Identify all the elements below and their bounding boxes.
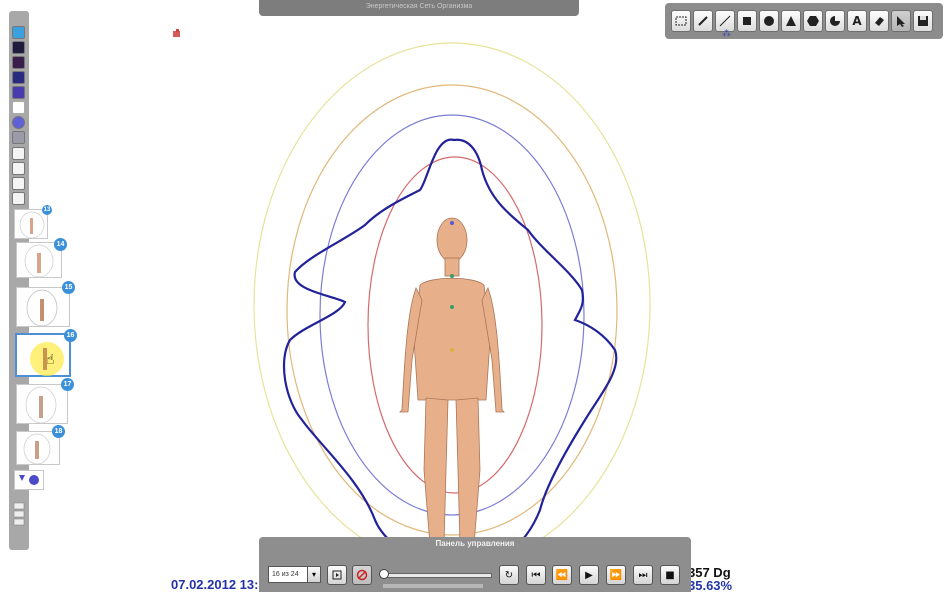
slide-number-badge: 16 bbox=[64, 329, 77, 342]
line-icon bbox=[719, 15, 731, 27]
arrow-pointer-icon bbox=[897, 16, 905, 27]
slide-number-badge: 14 bbox=[54, 238, 67, 251]
slide-number-badge: 18 bbox=[52, 425, 65, 438]
control-panel: Панель управления 16 из 24 ▾ ↻ ⏮ ⏪ ▶ ⏩ ⏭… bbox=[259, 537, 691, 592]
page-icon[interactable] bbox=[12, 147, 25, 160]
fullscreen-button[interactable] bbox=[327, 565, 347, 585]
date-readout: 07.02.2012 13:3 bbox=[171, 577, 266, 592]
page3-icon[interactable] bbox=[12, 177, 25, 190]
skip-last-icon: ⏭ bbox=[638, 569, 648, 581]
drawing-toolbar: A bbox=[665, 3, 943, 39]
rewind-icon: ⏪ bbox=[555, 569, 569, 581]
figure-icon[interactable] bbox=[12, 41, 25, 54]
slide-thumbnail[interactable] bbox=[14, 470, 44, 490]
last-button[interactable]: ⏭ bbox=[633, 565, 653, 585]
page2-icon[interactable] bbox=[12, 162, 25, 175]
fast-forward-button[interactable]: ⏩ bbox=[606, 565, 626, 585]
progress-subtrack bbox=[383, 584, 483, 588]
hand-cursor-icon: ☝ bbox=[46, 352, 55, 368]
dashed-rect-icon bbox=[675, 16, 687, 26]
chart-icon[interactable] bbox=[12, 86, 25, 99]
chakra-point bbox=[450, 221, 454, 225]
text-tool[interactable]: A bbox=[847, 10, 867, 32]
save-tool[interactable] bbox=[913, 10, 933, 32]
floppy-icon bbox=[918, 16, 928, 26]
page-select-dropdown[interactable]: ▾ bbox=[307, 566, 321, 583]
toolbar-mark: ⁂ bbox=[722, 29, 731, 39]
hexagon-icon bbox=[807, 16, 819, 26]
mini-tool-icons[interactable] bbox=[13, 502, 25, 532]
slide-number-badge: 15 bbox=[62, 281, 75, 294]
pen-icon bbox=[698, 16, 708, 26]
fast-forward-icon: ⏩ bbox=[609, 569, 623, 581]
arc-tool[interactable] bbox=[825, 10, 845, 32]
table-icon[interactable] bbox=[12, 131, 25, 144]
square-icon bbox=[743, 17, 751, 25]
circle-icon bbox=[764, 16, 774, 26]
eraser-icon bbox=[875, 17, 884, 26]
figure-thumb-icon bbox=[25, 386, 57, 424]
window-title-tab: Энергетическая Сеть Организма bbox=[259, 0, 579, 16]
skip-first-icon: ⏮ bbox=[531, 569, 541, 581]
pointer-tool[interactable] bbox=[891, 10, 911, 32]
organ-icon[interactable] bbox=[12, 56, 25, 69]
pen-tool[interactable] bbox=[693, 10, 713, 32]
record-button[interactable] bbox=[352, 565, 372, 585]
slide-thumbnail[interactable] bbox=[16, 287, 70, 327]
refresh-button[interactable]: ↻ bbox=[499, 565, 519, 585]
slide-number-badge: 13 bbox=[42, 205, 52, 215]
slide-thumbnail[interactable] bbox=[16, 384, 68, 424]
slide-number-badge: 17 bbox=[61, 378, 74, 391]
polygon-tool[interactable] bbox=[803, 10, 823, 32]
eraser-tool[interactable] bbox=[869, 10, 889, 32]
progress-track[interactable] bbox=[380, 573, 492, 578]
rewind-button[interactable]: ⏪ bbox=[552, 565, 572, 585]
no-record-icon bbox=[356, 569, 368, 581]
chakra-point bbox=[450, 348, 454, 352]
panel-title: Панель управления bbox=[435, 539, 515, 548]
stop-button[interactable]: ■ bbox=[660, 565, 680, 585]
refresh-icon: ↻ bbox=[504, 569, 514, 581]
scan-icon[interactable] bbox=[12, 71, 25, 84]
chakra-point bbox=[450, 274, 454, 278]
sphere-icon[interactable] bbox=[12, 116, 25, 129]
stop-icon: ■ bbox=[665, 569, 675, 581]
red-marker-icon bbox=[173, 29, 180, 37]
shapes-thumb-icon bbox=[19, 475, 39, 485]
figure-thumb-icon bbox=[26, 289, 58, 327]
aura-visualization bbox=[253, 42, 651, 570]
page4-icon[interactable] bbox=[12, 192, 25, 205]
aura-icon[interactable] bbox=[12, 101, 25, 114]
select-rect-tool[interactable] bbox=[671, 10, 691, 32]
pie-icon bbox=[830, 16, 840, 26]
frame-icon[interactable] bbox=[12, 26, 25, 39]
chakra-point bbox=[450, 305, 454, 309]
play-icon: ▶ bbox=[585, 569, 593, 581]
play-button[interactable]: ▶ bbox=[579, 565, 599, 585]
first-button[interactable]: ⏮ bbox=[526, 565, 546, 585]
chevron-down-icon: ▾ bbox=[311, 570, 316, 579]
rectangle-tool[interactable] bbox=[737, 10, 757, 32]
percent-readout: 35.63% bbox=[688, 578, 733, 593]
screen-icon bbox=[332, 570, 342, 580]
human-figure bbox=[399, 217, 505, 546]
triangle-icon bbox=[786, 16, 796, 26]
circle-tool[interactable] bbox=[759, 10, 779, 32]
letter-a-icon: A bbox=[852, 14, 862, 28]
triangle-tool[interactable] bbox=[781, 10, 801, 32]
